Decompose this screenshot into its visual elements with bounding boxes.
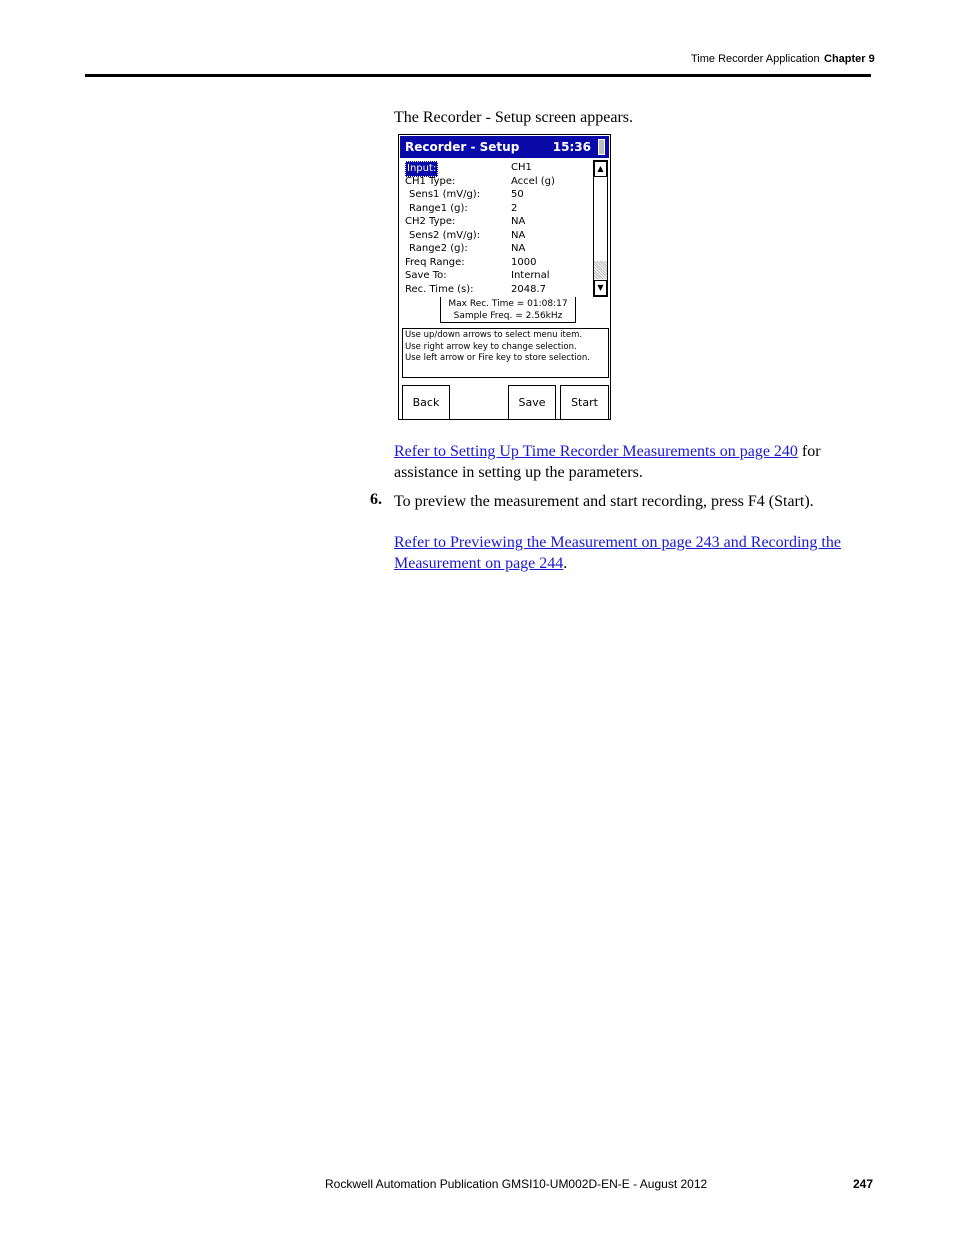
setting-label: Rec. Time (s): xyxy=(405,283,474,295)
header-chapter: Chapter 9 xyxy=(824,53,875,65)
setting-value: Internal xyxy=(511,270,550,281)
setting-label: CH2 Type: xyxy=(405,216,456,227)
setting-row-range2[interactable]: Range2 (g): NA xyxy=(405,242,595,256)
max-rec-time: Max Rec. Time = 01:08:17 xyxy=(448,299,568,309)
setting-row-input[interactable]: Input: CH1 xyxy=(405,161,595,177)
step-number: 6. xyxy=(370,491,382,508)
help-line: Use right arrow key to change selection. xyxy=(405,341,577,352)
device-clock: 15:36 xyxy=(552,140,591,154)
help-line: Use up/down arrows to select menu item. xyxy=(405,330,583,340)
setting-value: Accel (g) xyxy=(511,175,555,187)
device-titlebar: Recorder - Setup 15:36 xyxy=(400,136,609,158)
start-button[interactable]: Start xyxy=(560,385,609,420)
recording-info-box: Max Rec. Time = 01:08:17 Sample Freq. = … xyxy=(440,297,576,323)
setting-row-range1[interactable]: Range1 (g): 2 xyxy=(405,202,595,216)
setting-value: NA xyxy=(511,216,526,227)
vertical-scrollbar[interactable]: ▲ ▼ xyxy=(593,160,608,297)
reference-paragraph-2: Refer to Previewing the Measurement on p… xyxy=(394,532,864,574)
setting-label: Sens1 (mV/g): xyxy=(409,189,481,200)
setting-value: 2048.7 xyxy=(511,283,546,295)
intro-text: The Recorder - Setup screen appears. xyxy=(394,109,633,126)
reference-paragraph-1: Refer to Setting Up Time Recorder Measur… xyxy=(394,441,864,483)
setting-row-sens2[interactable]: Sens2 (mV/g): NA xyxy=(405,229,595,243)
battery-icon xyxy=(598,139,605,155)
footer-page-number: 247 xyxy=(853,1177,874,1191)
setting-label: Range2 (g): xyxy=(409,243,468,254)
footer-publication: Rockwell Automation Publication GMSI10-U… xyxy=(325,1177,708,1191)
setting-value: NA xyxy=(511,243,526,254)
scroll-down-icon[interactable]: ▼ xyxy=(594,280,607,296)
setting-value: 1000 xyxy=(511,256,537,268)
settings-list: Input: CH1 CH1 Type: Accel (g) Sens1 (mV… xyxy=(405,161,595,296)
scroll-up-icon[interactable]: ▲ xyxy=(594,161,607,177)
scroll-track[interactable] xyxy=(594,261,607,279)
help-box: Use up/down arrows to select menu item. … xyxy=(402,328,609,378)
setting-value: 2 xyxy=(511,202,518,214)
setting-row-save-to[interactable]: Save To: Internal xyxy=(405,269,595,283)
save-button[interactable]: Save xyxy=(508,385,556,420)
setting-label: Range1 (g): xyxy=(409,202,468,214)
setting-row-sens1[interactable]: Sens1 (mV/g): 50 xyxy=(405,188,595,202)
setting-value: NA xyxy=(511,229,526,241)
setting-row-ch2-type[interactable]: CH2 Type: NA xyxy=(405,215,595,229)
setting-row-freq-range[interactable]: Freq Range: 1000 xyxy=(405,256,595,270)
help-line: Use left arrow or Fire key to store sele… xyxy=(405,353,590,363)
setup-measurements-link[interactable]: Refer to Setting Up Time Recorder Measur… xyxy=(394,443,798,460)
header-rule xyxy=(85,74,871,77)
back-button[interactable]: Back xyxy=(402,385,450,420)
device-title: Recorder - Setup xyxy=(405,140,520,154)
setting-label: CH1 Type: xyxy=(405,175,456,187)
setting-value: CH1 xyxy=(511,162,532,173)
device-screenshot: Recorder - Setup 15:36 Input: CH1 CH1 Ty… xyxy=(398,134,611,420)
header-section-title: Time Recorder Application xyxy=(691,53,820,65)
setting-label: Save To: xyxy=(405,270,447,281)
setting-label: Sens2 (mV/g): xyxy=(409,229,481,241)
sample-freq: Sample Freq. = 2.56kHz xyxy=(453,311,563,321)
setting-row-ch1-type[interactable]: CH1 Type: Accel (g) xyxy=(405,175,595,189)
setting-row-rec-time[interactable]: Rec. Time (s): 2048.7 xyxy=(405,283,595,297)
preview-recording-link[interactable]: Refer to Previewing the Measurement on p… xyxy=(394,534,841,572)
setting-value: 50 xyxy=(511,189,524,200)
step-text: To preview the measurement and start rec… xyxy=(394,493,814,510)
setting-label: Freq Range: xyxy=(405,256,465,268)
reference-2-tail: . xyxy=(563,555,568,572)
